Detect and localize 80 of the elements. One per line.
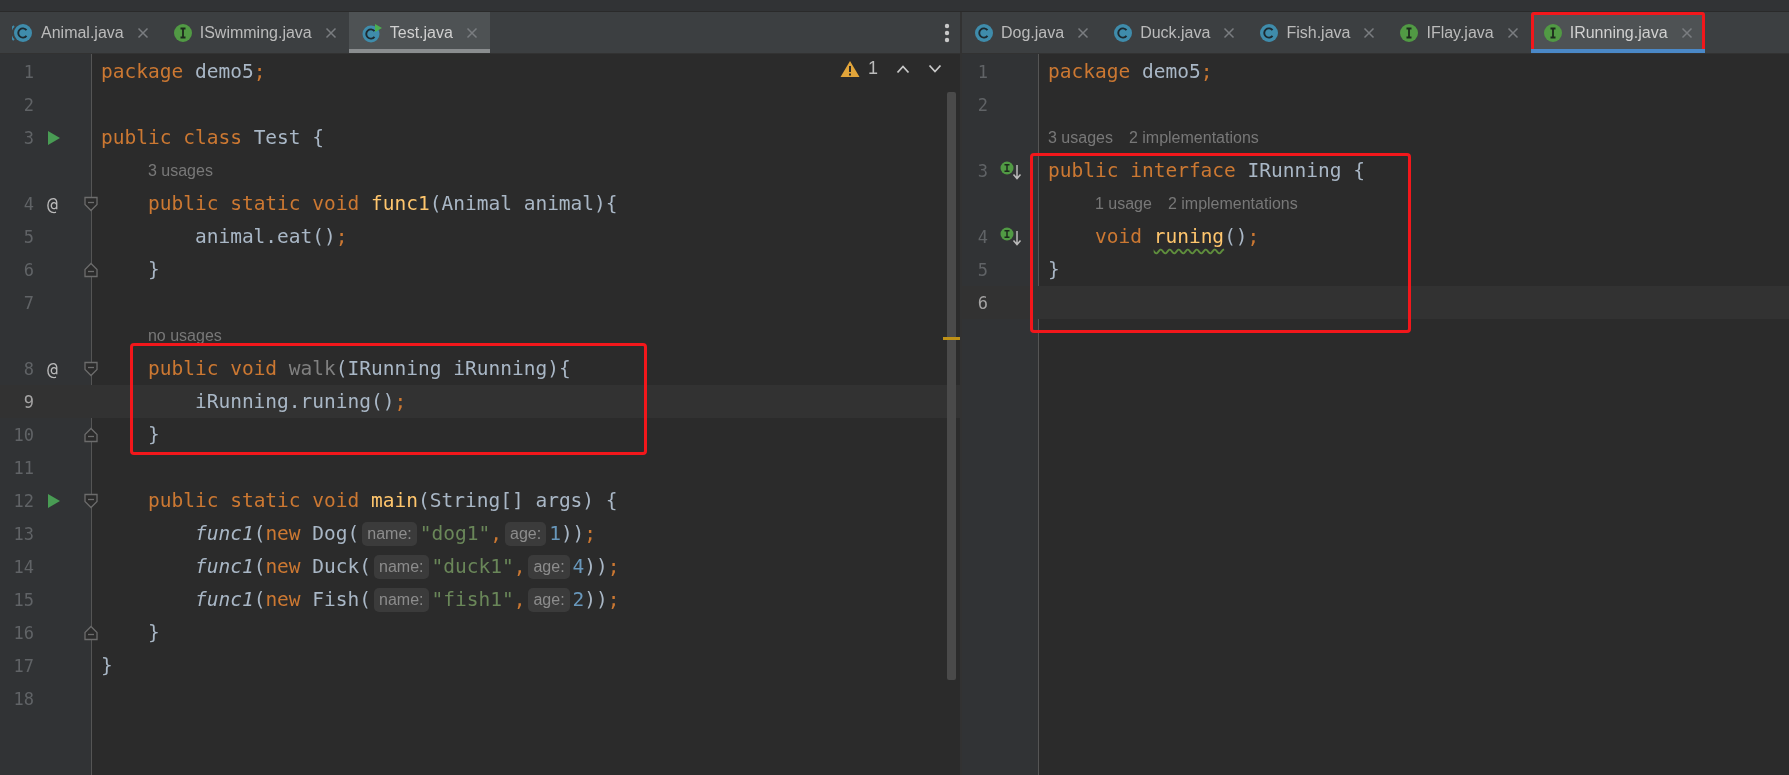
class-icon [974,22,994,43]
fold-icon[interactable] [83,262,99,278]
close-icon [1506,26,1519,39]
usage-link[interactable]: 2 implementations [1128,128,1259,147]
code-line: public class Test { [101,126,325,149]
interface-icon [1399,22,1420,43]
code-line: } [147,423,160,446]
override-marker[interactable]: @ [47,193,58,214]
code-line: } [1048,258,1060,281]
close-icon [1223,26,1236,39]
fold-icon[interactable] [83,361,99,377]
usage-link[interactable]: 1 usage [1094,194,1152,213]
fold-icon[interactable] [83,493,99,509]
close-icon [324,26,337,39]
chevron-up-icon[interactable] [896,63,910,74]
usage-link[interactable]: 3 usages [147,161,213,180]
code-line: package demo5; [1048,60,1213,83]
code-line: public interface IRunning { [1048,159,1365,182]
run-icon[interactable] [47,492,61,509]
code-line: iRunning.runing(); [194,390,407,413]
run-icon[interactable] [47,129,61,146]
parameter-hint: name: [374,554,429,579]
code-text: 2)); [572,588,620,611]
code-line: } [147,258,160,281]
menu-icon[interactable] [944,22,950,43]
file-tab[interactable]: ISwimming.java [160,12,349,53]
abstract-class-icon [12,22,34,43]
file-tab[interactable]: IFlay.java [1387,12,1531,53]
parameter-hint: name: [374,587,429,612]
file-tab[interactable]: Duck.java [1101,12,1248,53]
usage-link[interactable]: 3 usages [1048,128,1113,147]
implemented-icon[interactable] [1000,160,1022,181]
code-text: func1(new Fish( [194,588,372,611]
runnable-class-icon [360,22,383,43]
close-icon [1363,26,1376,39]
line-number: 6 [976,292,988,313]
file-tab[interactable]: Dog.java [962,12,1102,53]
parameter-hint: age: [528,554,570,579]
close-icon [465,26,478,39]
code-text: "fish1", [431,588,526,611]
parameter-hint: age: [505,521,547,546]
usage-link[interactable]: no usages [147,326,222,345]
parameter-hint: name: [362,521,417,546]
code-line: public static void func1(Animal animal){ [147,192,618,215]
code-text: "dog1", [419,522,502,545]
class-icon [1259,22,1280,43]
fold-icon[interactable] [83,196,99,212]
code-line: animal.eat(); [194,225,348,248]
interface-icon [172,22,193,43]
file-tab[interactable]: Test.java [348,12,490,53]
code-text: 1)); [549,522,597,545]
close-icon [1077,26,1090,39]
fold-icon[interactable] [83,427,99,443]
interface-icon [1542,22,1563,43]
code-line: void runing(); [1094,225,1260,248]
class-icon [1113,22,1134,43]
scrollbar[interactable] [947,92,956,680]
override-marker[interactable]: @ [47,358,58,379]
code-line: } [101,654,113,677]
line-number: 9 [22,391,34,412]
code-line: public static void main(String[] args) { [147,489,618,512]
code-line: package demo5; [101,60,266,83]
close-icon [136,26,149,39]
code-text: "duck1", [431,555,526,578]
parameter-hint: age: [528,587,570,612]
code-line: } [147,621,160,644]
code-text: 4)); [572,555,620,578]
warning-icon [840,59,860,78]
close-icon [1680,26,1693,39]
code-text: func1(new Dog( [194,522,360,545]
fold-icon[interactable] [83,625,99,641]
file-tab[interactable]: IRunning.java [1530,12,1705,53]
usage-link[interactable]: 2 implementations [1167,194,1298,213]
code-text: func1(new Duck( [194,555,372,578]
chevron-down-icon[interactable] [928,63,942,74]
file-tab[interactable]: Fish.java [1247,12,1388,53]
code-line: public void walk(IRunning iRunning){ [147,357,571,380]
file-tab[interactable]: Animal.java [0,12,161,53]
warning-count[interactable]: 1 [868,58,878,79]
implemented-icon[interactable] [1000,226,1022,247]
